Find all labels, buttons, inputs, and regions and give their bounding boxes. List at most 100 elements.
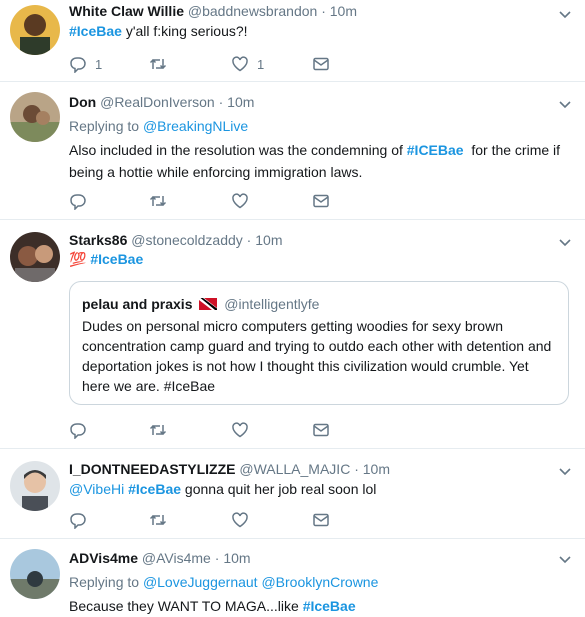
replying-to: Replying to @BreakingNLive (69, 115, 248, 137)
handle[interactable]: @WALLA_MAJIC (239, 461, 350, 477)
mention-link[interactable]: @BrooklynCrowne (261, 574, 378, 590)
timestamp[interactable]: 10m (363, 461, 390, 477)
tweet-header: Don @RealDonIverson · 10m (69, 94, 254, 110)
timestamp[interactable]: 10m (255, 232, 282, 248)
reply-icon (70, 423, 86, 439)
dm-button[interactable] (312, 510, 330, 530)
timestamp[interactable]: 10m (223, 550, 250, 566)
replying-to-label: Replying to (69, 574, 143, 590)
display-name[interactable]: ADVis4me (69, 550, 138, 566)
timestamp[interactable]: 10m (330, 3, 357, 19)
mention-link[interactable]: @VibeHi (69, 481, 124, 497)
dm-button[interactable] (312, 191, 330, 211)
timestamp[interactable]: 10m (227, 94, 254, 110)
retweet-icon (149, 195, 167, 207)
dm-button[interactable] (312, 420, 330, 440)
chevron-down-icon[interactable] (557, 234, 573, 250)
avatar[interactable] (10, 92, 60, 142)
retweet-button[interactable] (149, 54, 167, 74)
tweet-text: 💯 #IceBae (69, 248, 143, 270)
tweet-text: Because they WANT TO MAGA...like #IceBae (69, 595, 356, 617)
quoted-tweet-header: pelau and praxis @intelligentlyfe (82, 294, 319, 314)
retweet-icon (149, 514, 167, 526)
replying-to: Replying to @LoveJuggernaut @BrooklynCro… (69, 571, 378, 593)
like-button[interactable] (231, 510, 249, 530)
retweet-button[interactable] (149, 191, 167, 211)
like-count: 1 (257, 56, 265, 72)
tweet-text-line-1: Also included in the resolution was the … (69, 139, 560, 161)
quoted-tweet[interactable]: pelau and praxis @intelligentlyfe Dudes … (69, 281, 569, 405)
hashtag[interactable]: #ICEBae (407, 142, 464, 158)
hashtag[interactable]: #IceBae (69, 23, 122, 39)
dm-icon (313, 194, 329, 208)
handle[interactable]: @baddnewsbrandon (188, 3, 317, 19)
quoted-text-line-2: concentration camp guard and trying to o… (82, 338, 552, 354)
dm-icon (313, 423, 329, 437)
tweet-text: #IceBae y'all f​:king serious?! (69, 20, 248, 42)
tweet-3: Starks86 @stonecoldzaddy · 10m 💯 #IceBae… (0, 220, 585, 449)
tweet-header: Starks86 @stonecoldzaddy · 10m (69, 232, 282, 248)
dot-separator: · (242, 232, 256, 248)
avatar[interactable] (10, 461, 60, 511)
tweet-body: for the crime if (463, 142, 561, 158)
tweet-body: y'all f​:king serious?! (121, 23, 248, 39)
hashtag[interactable]: #IceBae (303, 598, 356, 614)
reply-button[interactable] (69, 420, 87, 440)
handle[interactable]: @stonecoldzaddy (131, 232, 243, 248)
quoted-text-line-4: here we are. #IceBae (82, 378, 216, 394)
dot-separator: · (350, 461, 363, 477)
dm-icon (313, 57, 329, 71)
retweet-icon (149, 424, 167, 436)
dot-separator: · (214, 94, 228, 110)
tweet-body: gonna quit her job real soon lol (181, 481, 377, 497)
avatar[interactable] (10, 549, 60, 599)
dot-separator: · (317, 3, 330, 19)
display-name[interactable]: Starks86 (69, 232, 127, 248)
dot-separator: · (210, 550, 224, 566)
avatar[interactable] (10, 232, 60, 282)
handle[interactable]: @AVis4me (142, 550, 211, 566)
reply-icon (70, 513, 86, 529)
chevron-down-icon[interactable] (557, 6, 573, 22)
dm-icon (313, 513, 329, 527)
retweet-button[interactable] (149, 420, 167, 440)
retweet-icon (149, 58, 167, 70)
hashtag[interactable]: #IceBae (90, 251, 143, 267)
like-button[interactable]: 1 (231, 54, 264, 74)
mention-link[interactable]: @BreakingNLive (143, 118, 248, 134)
chevron-down-icon[interactable] (557, 463, 573, 479)
like-button[interactable] (231, 191, 249, 211)
reply-icon (70, 194, 86, 210)
like-icon (232, 56, 248, 72)
quoted-text-line-1: Dudes on personal micro computers gettin… (82, 318, 503, 334)
handle[interactable]: @RealDonIverson (100, 94, 215, 110)
reply-button[interactable] (69, 191, 87, 211)
avatar[interactable] (10, 5, 60, 55)
quoted-handle: @intelligentlyfe (224, 296, 320, 312)
chevron-down-icon[interactable] (557, 551, 573, 567)
hashtag[interactable]: #IceBae (128, 481, 181, 497)
display-name[interactable]: Don (69, 94, 96, 110)
reply-count: 1 (95, 56, 103, 72)
reply-icon (70, 57, 86, 73)
tweet-5: ADVis4me @AVis4me · 10m Replying to @Lov… (0, 539, 585, 614)
dm-button[interactable] (312, 54, 330, 74)
display-name[interactable]: White Claw Willie (69, 3, 184, 19)
tweet-2: Don @RealDonIverson · 10m Replying to @B… (0, 82, 585, 220)
reply-button[interactable]: 1 (69, 54, 102, 74)
retweet-button[interactable] (149, 510, 167, 530)
tweet-1: White Claw Willie @baddnewsbrandon · 10m… (0, 0, 585, 82)
display-name[interactable]: I_DONTNEEDASTYLIZZE (69, 461, 235, 477)
quoted-text-line-3: deportation jokes is not how I thought t… (82, 358, 529, 374)
reply-button[interactable] (69, 510, 87, 530)
tweet-body: Also included in the resolution was the … (69, 142, 407, 158)
chevron-down-icon[interactable] (557, 96, 573, 112)
mention-link[interactable]: @LoveJuggernaut (143, 574, 258, 590)
flag-icon (199, 298, 218, 310)
tweet-text: @VibeHi #IceBae gonna quit her job real … (69, 478, 376, 500)
like-button[interactable] (231, 420, 249, 440)
like-icon (232, 193, 248, 209)
quoted-display-name: pelau and praxis (82, 296, 193, 312)
replying-to-label: Replying to (69, 118, 143, 134)
tweet-header: ADVis4me @AVis4me · 10m (69, 550, 251, 566)
